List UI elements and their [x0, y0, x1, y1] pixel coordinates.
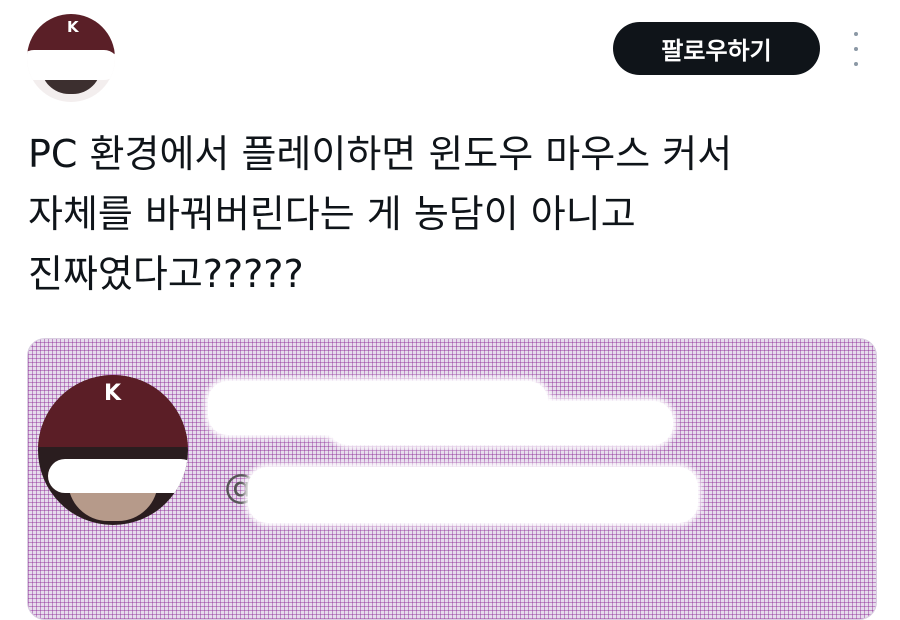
quoted-avatar: K — [38, 375, 188, 525]
profile-avatar[interactable]: K — [27, 14, 115, 102]
quoted-avatar-redaction — [48, 459, 188, 493]
tweet-text: PC 환경에서 플레이하면 윈도우 마우스 커서 자체를 바꿔버린다는 게 농담… — [28, 132, 733, 296]
quoted-avatar-cap-letter: K — [104, 381, 122, 406]
avatar-cap-letter: K — [67, 18, 79, 36]
more-dot-1 — [854, 32, 858, 36]
redacted-handle — [248, 467, 698, 523]
tweet-media-image[interactable]: K @ — [27, 338, 877, 620]
more-dot-3 — [854, 62, 858, 66]
redacted-display-name-tail — [328, 401, 673, 445]
more-dot-2 — [854, 47, 858, 51]
follow-button[interactable]: 팔로우하기 — [613, 22, 820, 75]
avatar-redaction — [27, 50, 115, 80]
more-options-icon[interactable] — [846, 32, 866, 66]
